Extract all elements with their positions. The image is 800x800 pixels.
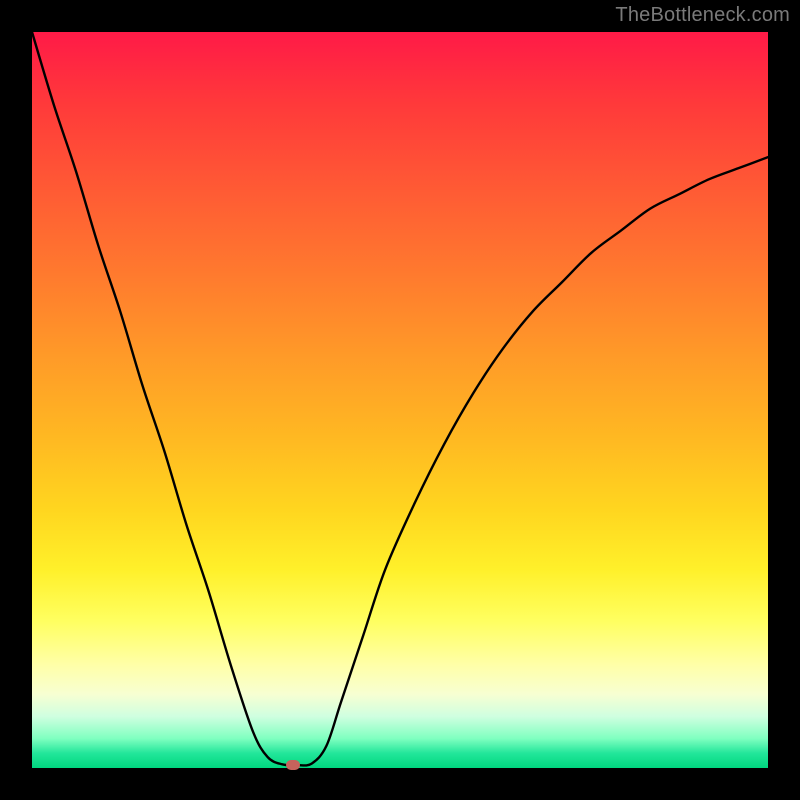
optimum-marker — [286, 760, 300, 770]
plot-area — [32, 32, 768, 768]
watermark-text: TheBottleneck.com — [615, 4, 790, 27]
curve-svg — [32, 32, 768, 768]
bottleneck-curve — [32, 32, 768, 765]
chart-frame: TheBottleneck.com — [0, 0, 800, 800]
